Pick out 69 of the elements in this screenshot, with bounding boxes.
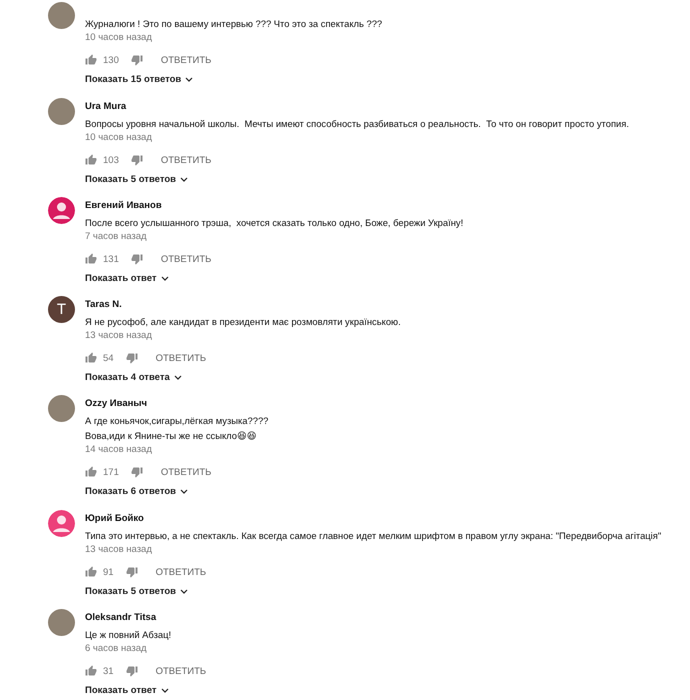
show-replies-button[interactable]: Показать ответ (85, 681, 169, 700)
comment-text: Журналюги ! Это по вашему интервью ??? Что это за спектакль ??? (85, 17, 382, 31)
reply-button[interactable]: ОТВЕТИТЬ (156, 154, 216, 166)
thumbs-down-icon[interactable] (130, 54, 143, 66)
chevron-down-icon (180, 588, 188, 594)
reply-button[interactable]: ОТВЕТИТЬ (156, 254, 216, 264)
like-count: 103 (103, 154, 119, 166)
thumbs-down-icon[interactable] (130, 466, 143, 478)
show-replies-button[interactable]: Показать 15 ответов (85, 70, 194, 89)
author-name[interactable]: Ozzy Иваныч (85, 397, 148, 413)
thumbs-down-icon[interactable] (130, 154, 143, 166)
thumbs-up-icon[interactable] (85, 253, 97, 265)
thumbs-down-icon[interactable] (126, 566, 138, 578)
comment-time[interactable]: 13 часов назад (85, 543, 152, 557)
thumbs-up-icon[interactable] (85, 566, 97, 578)
comment-text: Я не русофоб, але кандидат в президенти має розмовляти українською. (85, 315, 401, 329)
thumbs-down-icon[interactable] (126, 352, 138, 364)
thumbs-down-icon[interactable] (130, 253, 143, 265)
like-count: 31 (103, 666, 114, 676)
chevron-down-icon (160, 276, 169, 282)
comment-time[interactable]: 14 часов назад (85, 443, 152, 457)
like-count: 130 (103, 54, 119, 66)
show-replies-button[interactable]: Показать 5 ответов (85, 582, 188, 601)
like-count: 171 (103, 466, 119, 478)
thumbs-up-icon[interactable] (85, 352, 97, 364)
chevron-down-icon (180, 488, 188, 494)
chevron-down-icon (174, 374, 182, 380)
like-count: 131 (103, 254, 119, 264)
comment-text: А где коньячок,сигары,лёгкая музыка???? Вова,иди к Янине-ты же не ссыкло😆😆 (85, 414, 268, 443)
author-name[interactable]: Юрий Бойко (85, 512, 144, 528)
comment-time[interactable]: 13 часов назад (85, 329, 152, 343)
author-name[interactable]: Евгений Иванов (85, 199, 162, 215)
show-replies-button[interactable]: Показать ответ (85, 269, 169, 288)
comment-time[interactable]: 6 часов назад (85, 642, 147, 656)
avatar-photo-placeholder[interactable] (48, 395, 75, 422)
comment-time[interactable]: 10 часов назад (85, 131, 152, 145)
chevron-down-icon (185, 76, 194, 82)
thumbs-up-icon[interactable] (85, 665, 97, 677)
reply-button[interactable]: ОТВЕТИТЬ (152, 352, 210, 364)
show-replies-button[interactable]: Показать 5 ответов (85, 170, 188, 189)
like-count: 91 (103, 566, 114, 578)
comment-text: Типа это интервью, а не спектакль. Как всегда самое главное идет мелким шрифтом в правом углу экрана: "Передвиборча агітація" (85, 529, 662, 543)
reply-button[interactable]: ОТВЕТИТЬ (152, 666, 210, 676)
avatar-photo-placeholder[interactable] (48, 2, 75, 29)
chevron-down-icon (160, 688, 169, 694)
comment-text: Вопросы уровня начальной школы. Мечты имеют способность разбиваться о реальность. То что он говорит просто утопия. (85, 117, 629, 131)
avatar-letter[interactable]: T (48, 296, 75, 323)
comment-text: Це ж повний Абзац! (85, 628, 172, 642)
author-name[interactable]: Ura Mura (85, 100, 126, 116)
thumbs-up-icon[interactable] (85, 54, 97, 66)
reply-button[interactable]: ОТВЕТИТЬ (152, 566, 210, 578)
show-replies-button[interactable]: Показать 4 ответа (85, 368, 182, 387)
reply-button[interactable]: ОТВЕТИТЬ (156, 54, 216, 66)
comment-text: После всего услышанного трэша, хочется сказать только одно, Боже, бережи Україну! (85, 216, 464, 230)
thumbs-up-icon[interactable] (85, 466, 97, 478)
chevron-down-icon (180, 176, 188, 182)
thumbs-down-icon[interactable] (126, 665, 138, 677)
avatar-photo-placeholder[interactable] (48, 609, 75, 636)
thumbs-up-icon[interactable] (85, 154, 97, 166)
avatar-photo-placeholder[interactable] (48, 98, 75, 125)
like-count: 54 (103, 352, 114, 364)
author-name[interactable]: Oleksandr Titsa (85, 611, 156, 627)
author-name[interactable]: Taras N. (85, 298, 122, 314)
avatar-silhouette-icon[interactable] (48, 197, 75, 224)
reply-button[interactable]: ОТВЕТИТЬ (156, 466, 216, 478)
comment-time[interactable]: 10 часов назад (85, 31, 152, 45)
show-replies-button[interactable]: Показать 6 ответов (85, 482, 188, 501)
comment-time[interactable]: 7 часов назад (85, 230, 147, 244)
avatar-silhouette-icon[interactable] (48, 510, 75, 537)
